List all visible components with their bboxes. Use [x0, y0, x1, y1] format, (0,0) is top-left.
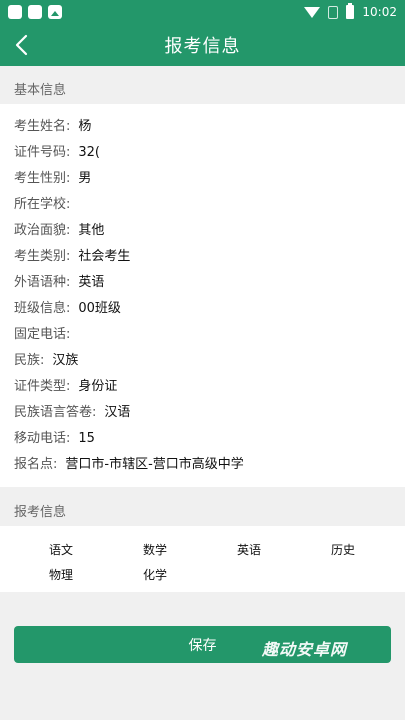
info-row-registration-site: 报名点: 营口市-市辖区-营口市高级中学 — [14, 452, 391, 478]
info-row-political-status: 政治面貌: 其他 — [14, 218, 391, 244]
row-label: 民族语言答卷: — [14, 405, 97, 420]
row-label: 证件类型: — [14, 379, 71, 394]
row-value: 00班级 — [78, 301, 121, 316]
app-bar: 报考信息 — [0, 24, 405, 66]
row-label: 考生姓名: — [14, 119, 71, 134]
info-row-id-type: 证件类型: 身份证 — [14, 374, 391, 400]
watermark: 趣动安卓网 — [262, 640, 348, 659]
row-value: 15 — [78, 431, 95, 446]
wifi-icon — [304, 6, 321, 18]
row-label: 民族: — [14, 353, 45, 368]
row-label: 证件号码: — [14, 145, 71, 160]
back-button[interactable] — [10, 32, 36, 58]
info-row-gender: 考生性别: 男 — [14, 166, 391, 192]
status-bar: 10:02 — [0, 0, 405, 24]
image-notification-icon — [48, 5, 62, 19]
info-row-class: 班级信息: 00班级 — [14, 296, 391, 322]
row-value: 其他 — [78, 223, 105, 238]
info-row-answer-language: 民族语言答卷: 汉语 — [14, 400, 391, 426]
row-label: 固定电话: — [14, 327, 71, 342]
row-label: 所在学校: — [14, 197, 71, 212]
info-row-ethnicity: 民族: 汉族 — [14, 348, 391, 374]
row-label: 报名点: — [14, 457, 58, 472]
subject-item: 语文 — [49, 543, 74, 557]
subject-item: 历史 — [331, 543, 356, 557]
info-row-school: 所在学校: — [14, 192, 391, 218]
row-label: 班级信息: — [14, 301, 71, 316]
row-label: 移动电话: — [14, 431, 71, 446]
row-value: 汉语 — [104, 405, 131, 420]
save-button-label: 保存 — [188, 637, 217, 654]
row-value: 英语 — [78, 275, 105, 290]
info-row-name: 考生姓名: 杨 — [14, 114, 391, 140]
subject-item: 英语 — [237, 543, 262, 557]
battery-icon — [346, 3, 355, 19]
row-value: 汉族 — [52, 353, 79, 368]
row-label: 政治面貌: — [14, 223, 71, 238]
row-label: 考生性别: — [14, 171, 71, 186]
exam-info-header: 报考信息 — [0, 498, 405, 528]
row-label: 外语语种: — [14, 275, 71, 290]
row-value: 营口市-市辖区-营口市高级中学 — [65, 457, 244, 472]
app-notification-icon — [8, 5, 22, 19]
subject-item: 数学 — [143, 543, 168, 557]
basic-info-header: 基本信息 — [0, 76, 405, 106]
status-time: 10:02 — [362, 5, 397, 19]
info-row-id-number: 证件号码: 32( — [14, 140, 391, 166]
page-title: 报考信息 — [164, 36, 241, 57]
row-value: 身份证 — [78, 379, 118, 394]
exam-subjects-card: 语文 数学 英语 历史 物理 化学 — [0, 526, 405, 592]
info-row-mobile: 移动电话: 15 — [14, 426, 391, 452]
subject-item: 化学 — [143, 568, 168, 582]
info-row-category: 考生类别: 社会考生 — [14, 244, 391, 270]
row-label: 考生类别: — [14, 249, 71, 264]
basic-info-card: 考生姓名: 杨 证件号码: 32( 考生性别: 男 所在学校: 政治面貌: 其他… — [0, 104, 405, 487]
row-value: 杨 — [78, 119, 92, 134]
no-sim-icon — [328, 5, 339, 19]
subject-item: 物理 — [49, 568, 74, 582]
app-notification-icon — [28, 5, 42, 19]
row-value: 男 — [78, 171, 92, 186]
chevron-left-icon — [15, 34, 28, 56]
row-value: 社会考生 — [78, 249, 131, 264]
info-row-foreign-language: 外语语种: 英语 — [14, 270, 391, 296]
info-row-landline: 固定电话: — [14, 322, 391, 348]
row-value: 32( — [78, 145, 101, 160]
